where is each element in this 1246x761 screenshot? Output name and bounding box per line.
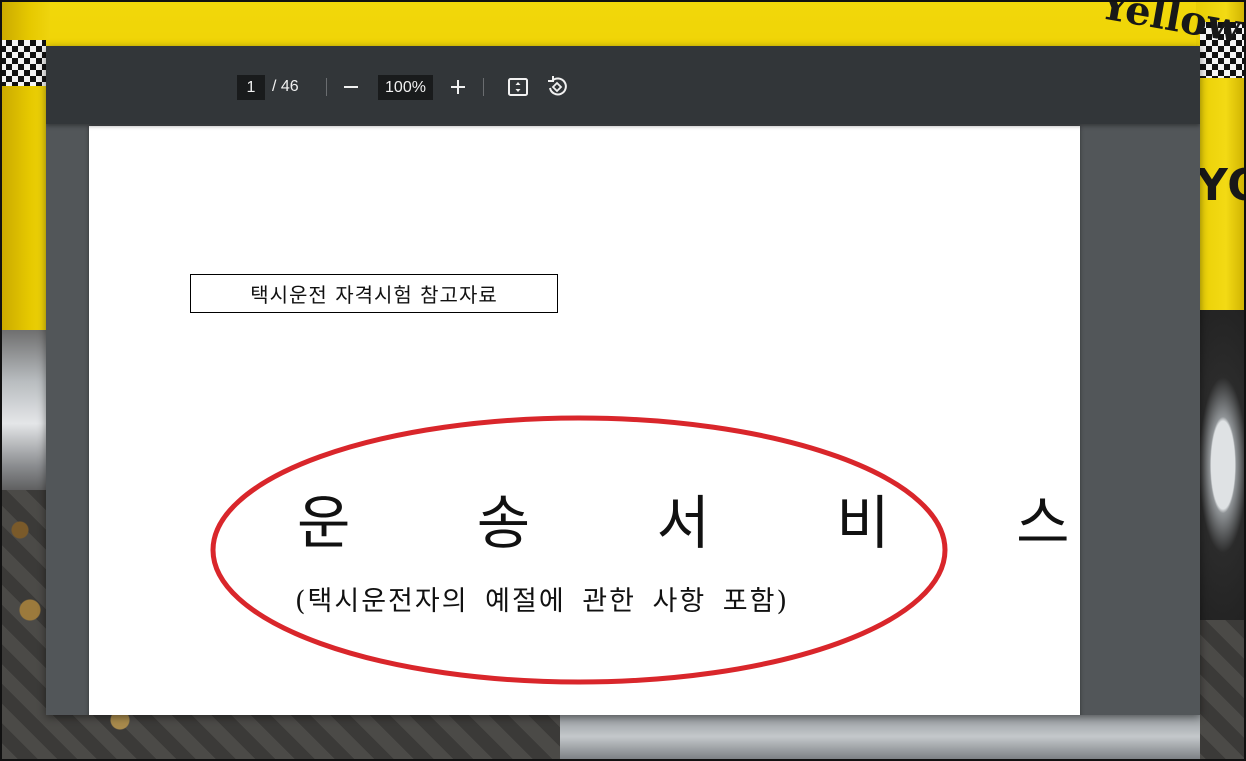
fit-to-page-icon bbox=[508, 78, 528, 96]
taxi-wheel bbox=[1195, 310, 1246, 620]
pdf-viewer: / 46 bbox=[46, 46, 1200, 715]
page-total-label: / 46 bbox=[272, 78, 299, 95]
red-circle-annotation bbox=[210, 415, 948, 685]
zoom-in-button[interactable] bbox=[443, 72, 473, 102]
toolbar-divider bbox=[326, 78, 327, 96]
rotate-counterclockwise-icon bbox=[548, 76, 567, 96]
rotate-button[interactable] bbox=[542, 72, 572, 102]
taxi-exhaust bbox=[560, 712, 1200, 761]
toolbar-divider bbox=[483, 78, 484, 96]
plus-icon bbox=[451, 80, 465, 94]
zoom-out-button[interactable] bbox=[336, 72, 366, 102]
viewer-toolbar: / 46 bbox=[46, 46, 1200, 124]
page-number-input[interactable] bbox=[237, 75, 265, 100]
pdf-page: 택시운전 자격시험 참고자료 운 송 서 비 스 (택시운전자의 예절에 관한 … bbox=[89, 126, 1080, 715]
checker-stripe-left bbox=[0, 40, 46, 86]
fit-to-page-button[interactable] bbox=[503, 72, 533, 102]
document-subtitle: (택시운전자의 예절에 관한 사항 포함) bbox=[295, 586, 789, 617]
document-title: 운 송 서 비 스 bbox=[297, 489, 1124, 557]
taxi-lettering-side: YORK bbox=[1196, 160, 1246, 211]
zoom-level-input[interactable] bbox=[378, 75, 433, 100]
taxi-bumper bbox=[0, 330, 50, 500]
minus-icon bbox=[344, 86, 358, 88]
